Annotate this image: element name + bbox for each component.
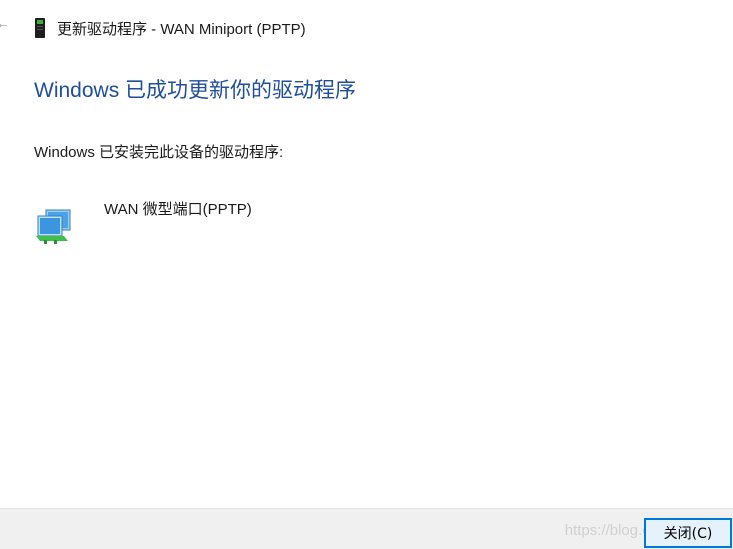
network-adapter-icon [36,209,71,244]
title-bar: 更新驱动程序 - WAN Miniport (PPTP) [34,14,306,42]
device-row: WAN 微型端口(PPTP) [34,198,252,246]
window-title: 更新驱动程序 - WAN Miniport (PPTP) [57,20,306,38]
close-button[interactable]: 关闭(C) [644,518,732,548]
dialog-footer: https://blog.csdn.net/l 6 关闭(C) [0,508,733,549]
update-driver-dialog: ← 更新驱动程序 - WAN Miniport (PPTP) Windows 已… [0,0,733,549]
device-icon [35,18,45,38]
device-name: WAN 微型端口(PPTP) [104,201,252,218]
back-arrow-icon[interactable]: ← [0,16,10,30]
success-heading: Windows 已成功更新你的驱动程序 [34,79,357,102]
install-message: Windows 已安装完此设备的驱动程序: [34,144,284,161]
